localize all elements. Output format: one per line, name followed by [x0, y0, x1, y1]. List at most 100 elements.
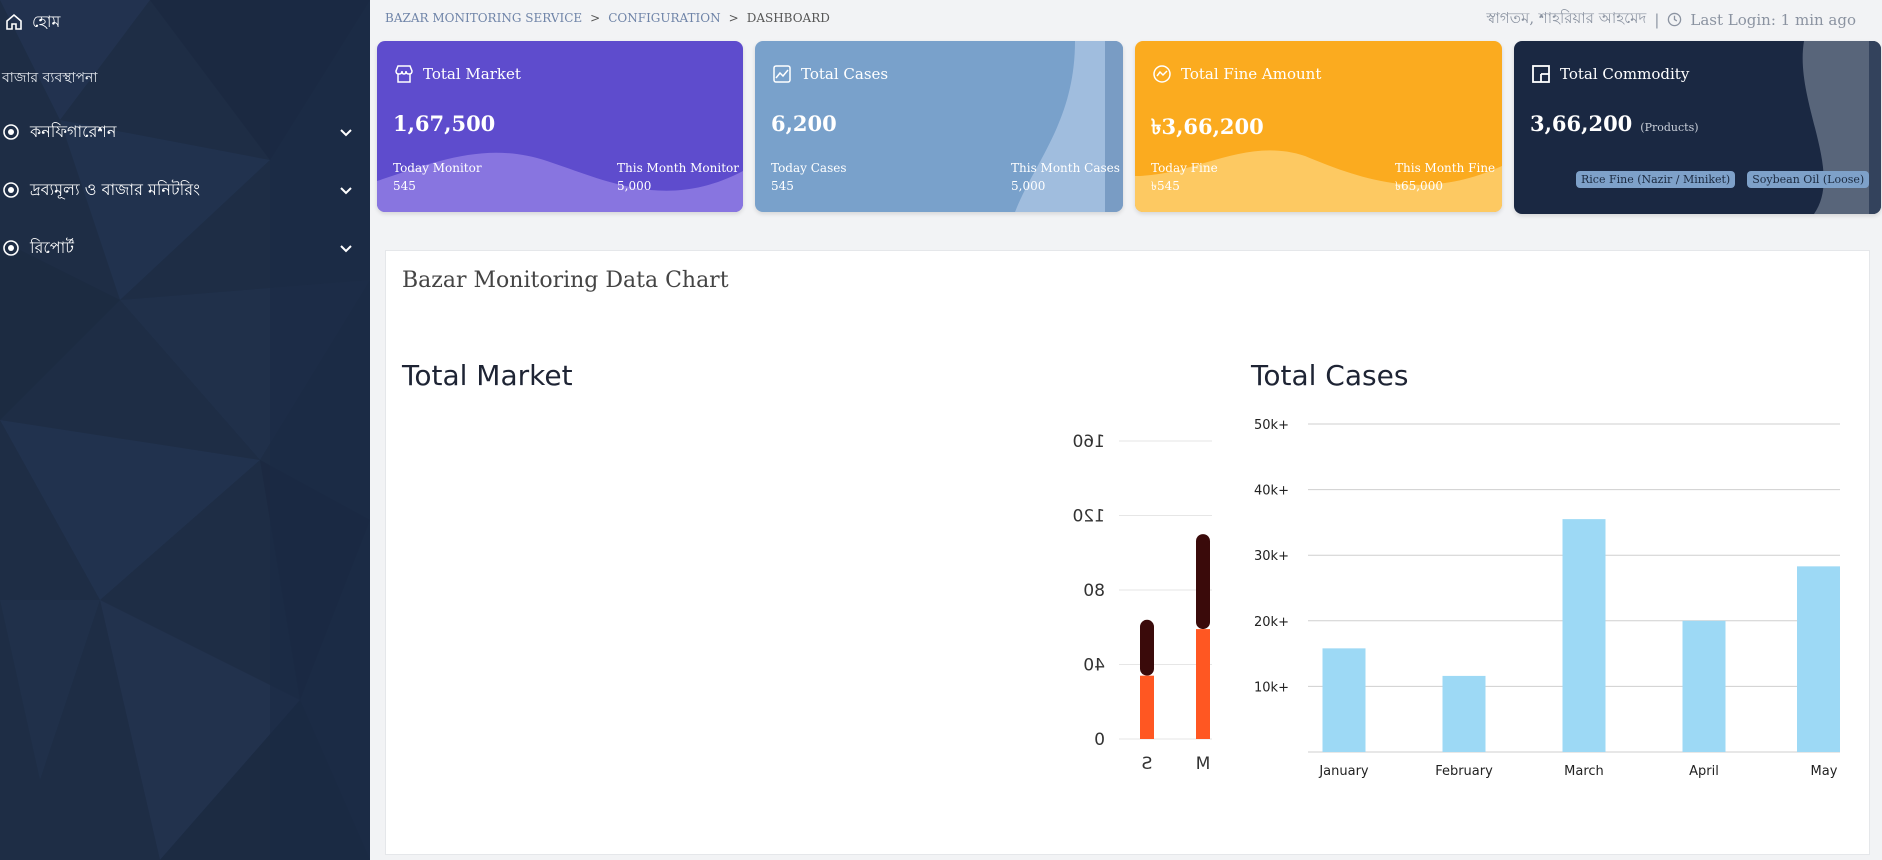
bar [1322, 648, 1366, 752]
card-today-stat: Today Monitor 545 [393, 159, 482, 195]
card-today-stat: Today Fine ৳545 [1151, 159, 1218, 195]
bar-segment-top [1140, 619, 1154, 676]
sidebar: হোম বাজার ব্যবস্থাপনা কনফিগারেশন দ্রব্যম… [0, 0, 370, 860]
x-tick-label: May [1811, 764, 1838, 779]
chevron-down-icon [340, 245, 352, 253]
radio-dot-icon [3, 240, 19, 256]
x-tick-label: April [1689, 764, 1719, 779]
card-today-label: Today Monitor [393, 161, 482, 175]
store-icon [395, 65, 413, 83]
commodity-chip[interactable]: Rice Fine (Nazir / Miniket) [1576, 171, 1736, 188]
card-value: ৳3,66,200 [1151, 114, 1264, 139]
y-tick-label: 40 [1083, 656, 1105, 676]
bar-segment-bottom [1140, 675, 1154, 739]
y-tick-label: 30k+ [1254, 549, 1289, 564]
x-tick-label: M [1196, 754, 1211, 774]
chevron-down-icon [340, 187, 352, 195]
card-title: Total Market [423, 65, 521, 83]
card-title: Total Cases [801, 65, 889, 83]
card-today-label: Today Fine [1151, 161, 1218, 175]
bar [1442, 675, 1486, 752]
x-tick-label: February [1435, 764, 1493, 779]
sidebar-item-label: কনফিগারেশন [30, 121, 117, 141]
total-cases-chart-svg: 10k+ 20k+ 30k+ 40k+ 50k+ January February March… [1254, 418, 1840, 779]
card-total-cases[interactable]: Total Cases 6,200 Today Cases 545 This M… [755, 41, 1123, 212]
breadcrumb-item-dashboard: DASHBOARD [746, 11, 830, 25]
card-month-value: 5,000 [617, 179, 652, 193]
card-title: Total Commodity [1560, 65, 1690, 83]
card-month-label: This Month Fine [1395, 161, 1496, 175]
x-tick-label: March [1564, 764, 1604, 779]
card-value: 6,200 [771, 111, 837, 136]
card-value-unit: (Products) [1640, 121, 1699, 134]
y-tick-label: 10k+ [1254, 680, 1289, 695]
login-info: স্বাগতম, শাহরিয়ার আহমেদ | Last Login: 1… [1486, 7, 1856, 32]
sidebar-item-label: দ্রব্যমূল্য ও বাজার মনিটরিং [30, 179, 200, 199]
welcome-text: স্বাগতম, শাহরিয়ার আহমেদ [1486, 9, 1647, 27]
card-today-value: 545 [771, 179, 794, 193]
card-today-value: ৳545 [1151, 179, 1180, 193]
y-tick-label: 0 [1094, 730, 1105, 750]
card-header: Total Fine Amount [1151, 63, 1321, 85]
total-market-chart: Total Market WTMSFTWTMS04080120160 [402, 339, 1212, 779]
commodity-chips: Rice Fine (Nazir / Miniket) Soybean Oil … [1576, 171, 1881, 188]
breadcrumb-separator: > [728, 11, 739, 25]
card-today-label: Today Cases [771, 161, 847, 175]
card-month-label: This Month Monitor [617, 161, 740, 175]
home-icon [6, 13, 22, 30]
card-month-stat: This Month Fine ৳65,000 [1395, 159, 1495, 195]
radio-dot-icon [3, 182, 19, 198]
bar-segment-top [1196, 534, 1210, 630]
card-month-stat: This Month Cases 5,000 [1011, 159, 1120, 195]
card-total-fine[interactable]: Total Fine Amount ৳3,66,200 Today Fine ৳… [1135, 41, 1502, 212]
clock-icon [1668, 12, 1682, 27]
y-tick-label: 20k+ [1254, 615, 1289, 630]
y-tick-label: 80 [1083, 581, 1105, 601]
last-login-text: Last Login: 1 min ago [1690, 10, 1856, 29]
card-month-label: This Month Cases [1011, 161, 1120, 175]
y-tick-label: 120 [1073, 507, 1105, 527]
sidebar-home-label: হোম [32, 11, 61, 31]
panel-title: Bazar Monitoring Data Chart [402, 268, 729, 293]
sidebar-subtitle: বাজার ব্যবস্থাপনা [2, 70, 98, 86]
breadcrumb: BAZAR MONITORING SERVICE > CONFIGURATION… [385, 11, 830, 25]
breadcrumb-item-service[interactable]: BAZAR MONITORING SERVICE [385, 11, 582, 25]
bar [1797, 566, 1840, 752]
bar-segment-bottom [1196, 629, 1210, 739]
dashboard-icon [1532, 65, 1550, 83]
card-today-stat: Today Cases 545 [771, 159, 846, 195]
card-month-value: 5,000 [1011, 179, 1046, 193]
sidebar-item-configuration[interactable]: কনফিগারেশন [2, 117, 354, 147]
total-market-chart-svg: WTMSFTWTMS04080120160 [1073, 432, 1212, 774]
card-value-number: 3,66,200 [1530, 111, 1633, 136]
card-total-market[interactable]: Total Market 1,67,500 Today Monitor 545 … [377, 41, 743, 212]
card-header: Total Market [393, 63, 521, 85]
sidebar-item-report[interactable]: রিপোর্ট [2, 233, 354, 263]
sidebar-home[interactable]: হোম [4, 10, 60, 34]
divider: | [1654, 10, 1660, 29]
image-chart-icon [773, 65, 791, 83]
radio-dot-icon [3, 124, 19, 140]
card-total-commodity[interactable]: Total Commodity 3,66,200 (Products) Rice … [1514, 41, 1881, 214]
card-title: Total Fine Amount [1181, 65, 1322, 83]
sidebar-item-price-monitoring[interactable]: দ্রব্যমূল্য ও বাজার মনিটরিং [2, 175, 354, 205]
y-tick-label: 50k+ [1254, 418, 1289, 433]
sidebar-item-label: রিপোর্ট [30, 237, 75, 257]
breadcrumb-separator: > [590, 11, 601, 25]
chevron-down-icon [340, 129, 352, 137]
card-month-stat: This Month Monitor 5,000 [617, 159, 739, 195]
y-tick-label: 40k+ [1254, 484, 1289, 499]
bar [1562, 519, 1606, 752]
commodity-chip[interactable]: Soybean Oil (Loose) [1747, 171, 1870, 188]
card-value: 1,67,500 [393, 111, 496, 136]
breadcrumb-item-configuration[interactable]: CONFIGURATION [608, 11, 720, 25]
x-tick-label: S [1142, 754, 1153, 774]
card-today-value: 545 [393, 179, 416, 193]
card-header: Total Cases [771, 63, 888, 85]
card-month-value: ৳65,000 [1395, 179, 1443, 193]
total-cases-chart: Total Cases 10k+ 20k+ 30k+ 40k+ 50k+ January F… [1216, 339, 1856, 809]
trend-icon [1153, 65, 1171, 83]
y-tick-label: 160 [1073, 432, 1105, 452]
card-value: 3,66,200 (Products) [1530, 111, 1699, 136]
card-header: Total Commodity [1530, 63, 1689, 85]
